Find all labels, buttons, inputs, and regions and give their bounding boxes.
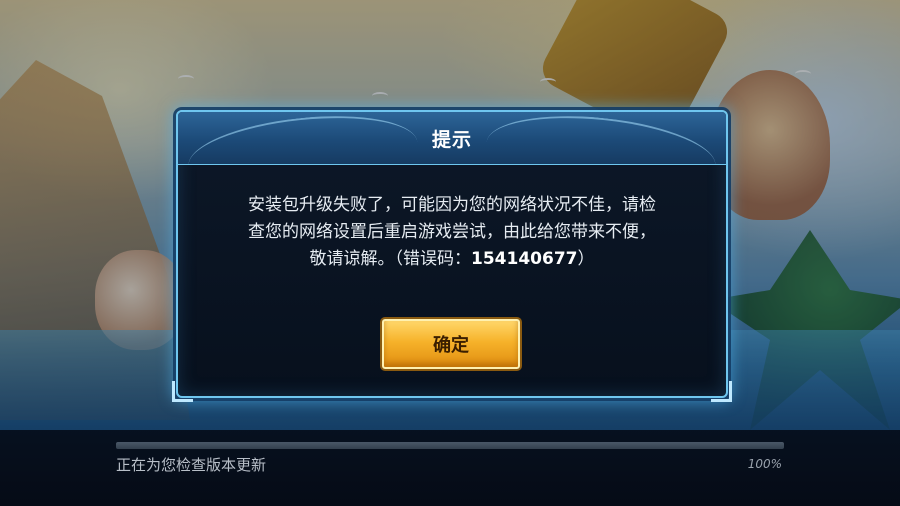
message-line-suffix: ）	[577, 249, 595, 269]
error-code: 154140677	[471, 249, 578, 269]
progress-fill	[116, 442, 784, 449]
loading-percent-text: 100%	[747, 457, 782, 471]
message-line-prefix: 敬请谅解。（错误码：	[309, 249, 472, 269]
message-line: 安装包升级失败了，可能因为您的网络状况不佳，请检	[248, 195, 656, 215]
message-line: 敬请谅解。（错误码：154140677）	[192, 246, 712, 273]
dialog-title: 提示	[431, 129, 472, 151]
dialog-message: 安装包升级失败了，可能因为您的网络状况不佳，请检 查您的网络设置后重启游戏尝试，…	[192, 192, 712, 273]
message-line: 查您的网络设置后重启游戏尝试，由此给您带来不便，	[248, 222, 656, 242]
progress-track	[116, 442, 784, 449]
dialog-header: 提示	[178, 112, 726, 165]
loading-status-text: 正在为您检查版本更新	[116, 456, 267, 474]
game-screen: 正在为您检查版本更新 100% 提示 安装包升级失败了，可能因为您的网络状况不佳…	[0, 0, 900, 506]
confirm-button[interactable]: 确定	[382, 319, 520, 369]
alert-dialog: 提示 安装包升级失败了，可能因为您的网络状况不佳，请检 查您的网络设置后重启游戏…	[172, 110, 732, 402]
